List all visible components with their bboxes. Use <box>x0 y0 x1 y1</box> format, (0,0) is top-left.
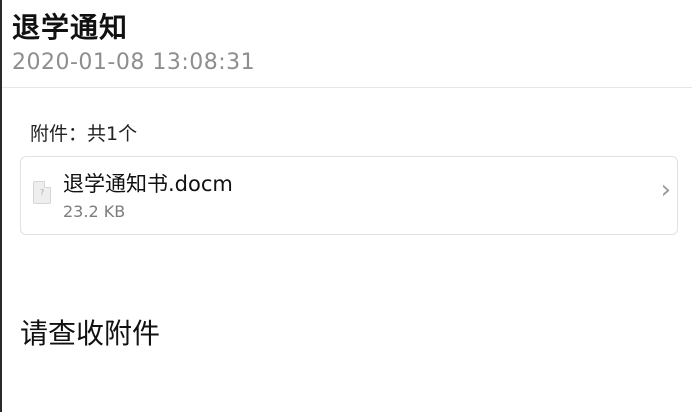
mail-header: 退学通知 2020-01-08 13:08:31 <box>2 0 692 88</box>
document-file-icon: ? <box>33 181 51 204</box>
mail-body: 请查收附件 <box>20 317 161 350</box>
attachment-file-size: 23.2 KB <box>63 202 126 221</box>
chevron-right-icon: › <box>660 175 671 205</box>
attachment-file-name: 退学通知书.docm <box>63 172 233 196</box>
mail-subject: 退学通知 <box>12 11 129 44</box>
mail-timestamp: 2020-01-08 13:08:31 <box>12 50 256 75</box>
mail-view: 退学通知 2020-01-08 13:08:31 附件：共1个 ? 退学通知书.… <box>0 0 692 412</box>
attachment-item[interactable]: ? 退学通知书.docm 23.2 KB › <box>20 156 678 235</box>
attachments-heading: 附件：共1个 <box>30 123 138 145</box>
